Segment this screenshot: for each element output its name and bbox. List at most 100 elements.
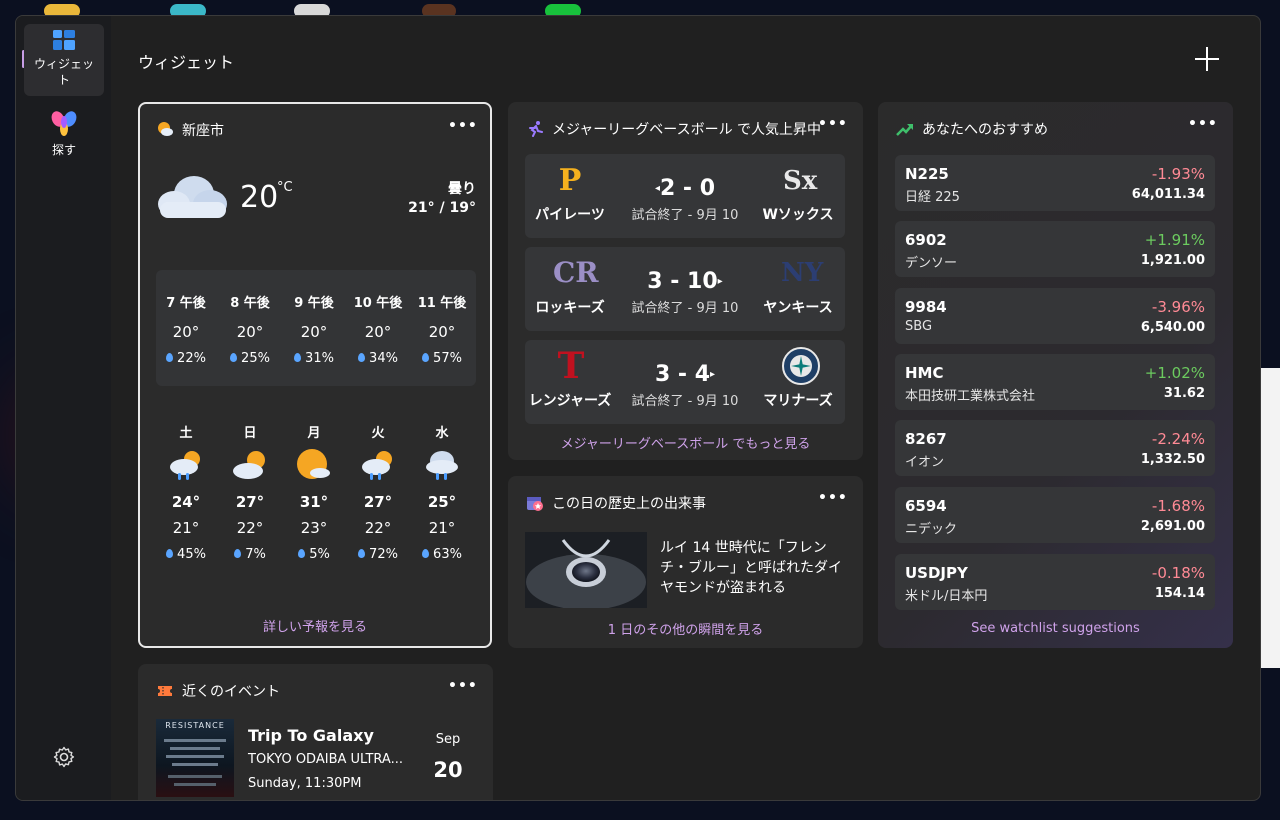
hour-precip: 22%: [177, 351, 206, 366]
stock-name: ニデック: [905, 522, 958, 537]
hour-temp: 20°: [428, 323, 456, 341]
stock-price: 1,921.00: [1140, 253, 1205, 268]
stock-symbol: N225: [905, 165, 949, 183]
away-team: マリナーズ: [763, 393, 833, 409]
current-temp: 20: [240, 180, 279, 215]
day-label: 日: [243, 426, 257, 441]
stock-name: 本田技研工業株式会社: [905, 389, 1036, 404]
events-title: 近くのイベント: [182, 684, 280, 700]
stock-row[interactable]: HMC 本田技研工業株式会社 +1.02% 31.62: [895, 354, 1215, 410]
hi-lo: 21° / 19°: [408, 200, 476, 216]
hourly-item: 7 午後 20° 22%: [156, 292, 216, 366]
discover-icon: [51, 111, 77, 136]
score-value: 2 - 0: [659, 176, 716, 201]
hour-temp: 20°: [236, 323, 264, 341]
history-more-link[interactable]: 1 日のその他の瞬間を見る: [508, 619, 863, 638]
day-label: 水: [435, 426, 449, 441]
baseball-card: メジャーリーグベースボール で人気上昇中 ••• P パイレーツ ◂2 - 0 …: [508, 102, 863, 460]
events-more-button[interactable]: •••: [448, 678, 477, 696]
history-more-button[interactable]: •••: [818, 490, 847, 508]
stock-price: 2,691.00: [1140, 519, 1205, 534]
weather-city: 新座市: [182, 123, 224, 139]
hour-time: 9 午後: [294, 296, 334, 311]
game-row[interactable]: P パイレーツ ◂2 - 0 試合終了 - 9月 10 Sx Wソックス: [525, 154, 845, 238]
day-low: 21°: [428, 519, 456, 537]
day-label: 月: [307, 426, 321, 441]
event-day: 20: [433, 758, 463, 782]
arrow-right-icon: ▸: [710, 369, 716, 380]
hour-precip: 57%: [433, 351, 462, 366]
hour-time: 11 午後: [417, 296, 467, 311]
game-status: 試合終了 - 9月 10: [631, 394, 739, 409]
stock-row[interactable]: 6594 ニデック -1.68% 2,691.00: [895, 487, 1215, 543]
weather-more-button[interactable]: •••: [448, 118, 477, 136]
home-team: レンジャーズ: [528, 393, 612, 409]
rail-item-discover[interactable]: 探す: [24, 108, 104, 164]
events-card: 近くのイベント ••• RESISTANCE Trip To Galaxy TO…: [138, 664, 493, 800]
baseball-more-button[interactable]: •••: [818, 116, 847, 134]
hour-time: 10 午後: [353, 296, 403, 311]
settings-gear-icon[interactable]: [52, 745, 76, 769]
day-low: 21°: [172, 519, 200, 537]
game-score: ◂2 - 0: [625, 176, 745, 201]
watchlist-suggestions-link[interactable]: See watchlist suggestions: [878, 621, 1233, 636]
weather-card[interactable]: 新座市 ••• 20 °C 曇り 21° / 19° 7 午後 20° 22% …: [138, 102, 492, 648]
stock-price: 154.14: [1154, 586, 1205, 601]
baseball-title: メジャーリーグベースボール で人気上昇中: [552, 122, 822, 138]
history-title: この日の歴史上の出来事: [552, 496, 706, 512]
trending-up-icon: [896, 124, 913, 136]
raindrop-icon: [234, 549, 242, 558]
stock-change: +1.91%: [1144, 231, 1205, 249]
rockies-logo-icon: CR: [553, 256, 599, 289]
stocks-card: あなたへのおすすめ ••• N225 日経 225 -1.93% 64,011.…: [878, 102, 1233, 648]
game-score: 3 - 10▸: [625, 269, 745, 294]
raindrop-icon: [230, 353, 238, 362]
stock-name: デンソー: [905, 256, 958, 271]
baseball-more-link[interactable]: メジャーリーグベースボール でもっと見る: [508, 433, 863, 452]
score-value: 3 - 4: [654, 362, 711, 387]
stock-symbol: USDJPY: [905, 564, 968, 582]
raindrop-icon: [358, 353, 366, 362]
game-status: 試合終了 - 9月 10: [631, 301, 739, 316]
yankees-logo-icon: NY: [781, 258, 824, 288]
game-status: 試合終了 - 9月 10: [631, 208, 739, 223]
stock-row[interactable]: 8267 イオン -2.24% 1,332.50: [895, 420, 1215, 476]
raindrop-icon: [294, 353, 302, 362]
stock-price: 64,011.34: [1131, 187, 1205, 202]
game-row[interactable]: CR ロッキーズ 3 - 10▸ 試合終了 - 9月 10 NY ヤンキース: [525, 247, 845, 331]
rain-cloud-icon: [426, 451, 458, 480]
stock-row[interactable]: 9984 SBG -3.96% 6,540.00: [895, 288, 1215, 344]
hourly-item: 10 午後 20° 34%: [348, 292, 408, 366]
score-value: 3 - 10: [647, 269, 718, 294]
hour-time: 8 午後: [230, 296, 270, 311]
stocks-title: あなたへのおすすめ: [922, 122, 1048, 138]
game-row[interactable]: T レンジャーズ 3 - 4▸ 試合終了 - 9月 10 マリナーズ: [525, 340, 845, 424]
add-widget-button[interactable]: [1194, 46, 1220, 72]
stock-name: 米ドル/日本円: [905, 589, 988, 604]
stock-row[interactable]: N225 日経 225 -1.93% 64,011.34: [895, 155, 1215, 211]
pirates-logo-icon: P: [558, 163, 582, 198]
hour-temp: 20°: [172, 323, 200, 341]
event-month: Sep: [435, 732, 461, 747]
rail-item-widgets[interactable]: ウィジェット: [24, 24, 104, 96]
hour-precip: 25%: [241, 351, 270, 366]
raindrop-icon: [422, 549, 430, 558]
stock-price: 31.62: [1163, 386, 1205, 401]
away-team: Wソックス: [762, 207, 834, 223]
history-image: [525, 532, 647, 608]
stocks-more-button[interactable]: •••: [1188, 116, 1217, 134]
stock-symbol: 9984: [905, 298, 947, 316]
stock-row[interactable]: 6902 デンソー +1.91% 1,921.00: [895, 221, 1215, 277]
widgets-board: ウィジェット 探す ウィジェット 新座市 ••• 20 °C 曇り 21° / …: [15, 15, 1261, 801]
event-name: Trip To Galaxy: [248, 726, 374, 745]
history-text: ルイ 14 世時代に「フレンチ・ブルー」と呼ばれたダイヤモンドが盗まれる: [660, 540, 842, 596]
daily-item: 月 31° 23° 5%: [284, 422, 344, 562]
stock-change: -1.68%: [1151, 497, 1205, 515]
rail-widgets-label: ウィジェット: [34, 57, 95, 87]
hour-temp: 20°: [364, 323, 392, 341]
history-card[interactable]: この日の歴史上の出来事 ••• ルイ 14 世時代に「フレンチ・ブルー」と呼ばれ…: [508, 476, 863, 648]
stock-price: 6,540.00: [1140, 320, 1205, 335]
weather-forecast-link[interactable]: 詳しい予報を見る: [140, 616, 490, 635]
stock-row[interactable]: USDJPY 米ドル/日本円 -0.18% 154.14: [895, 554, 1215, 610]
raindrop-icon: [298, 549, 306, 558]
